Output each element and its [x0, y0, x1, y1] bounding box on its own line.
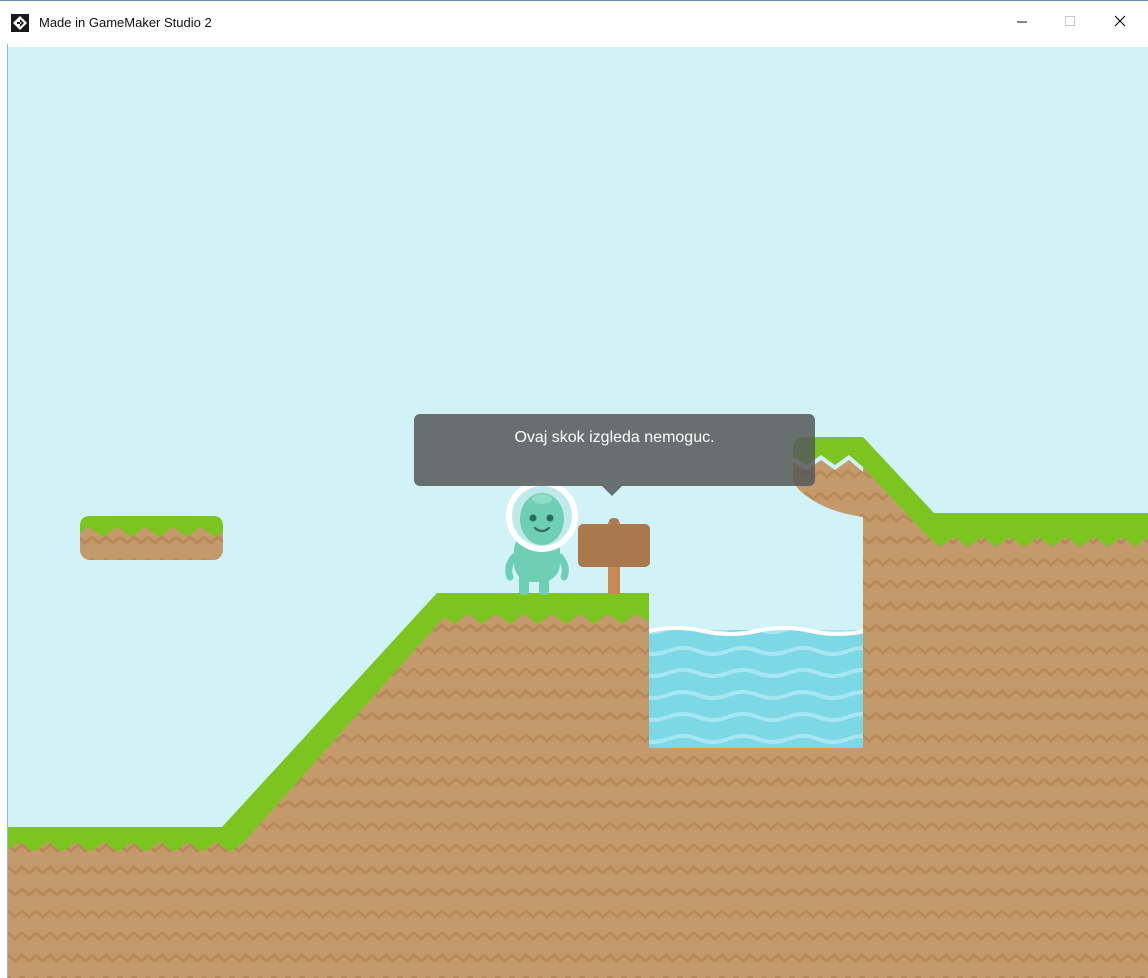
- alien-player-icon[interactable]: [505, 480, 578, 595]
- minimize-icon: [1016, 14, 1028, 32]
- wooden-sign-icon: [578, 518, 650, 594]
- maximize-icon: [1064, 14, 1076, 32]
- ground-under-water: [649, 747, 864, 978]
- close-icon: [1114, 14, 1126, 32]
- dialog-bubble-tail: [602, 486, 622, 496]
- dialog-text: Ovaj skok izgleda nemoguc.: [514, 429, 715, 446]
- title-bar[interactable]: Made in GameMaker Studio 2: [0, 0, 1148, 44]
- minimize-button[interactable]: [998, 1, 1046, 45]
- gamemaker-icon: [11, 14, 29, 32]
- dialog-bubble: Ovaj skok izgleda nemoguc.: [414, 414, 815, 486]
- maximize-button[interactable]: [1046, 1, 1094, 45]
- game-viewport[interactable]: Ovaj skok izgleda nemoguc.: [8, 47, 1148, 978]
- water-pool: [648, 626, 865, 748]
- close-button[interactable]: [1096, 1, 1144, 45]
- game-window: Made in GameMaker Studio 2 Ovaj skok izg…: [0, 0, 1148, 978]
- window-title: Made in GameMaker Studio 2: [39, 15, 212, 30]
- floating-platform: [80, 516, 223, 560]
- ground-left: [8, 593, 649, 978]
- game-scene: [8, 437, 1148, 978]
